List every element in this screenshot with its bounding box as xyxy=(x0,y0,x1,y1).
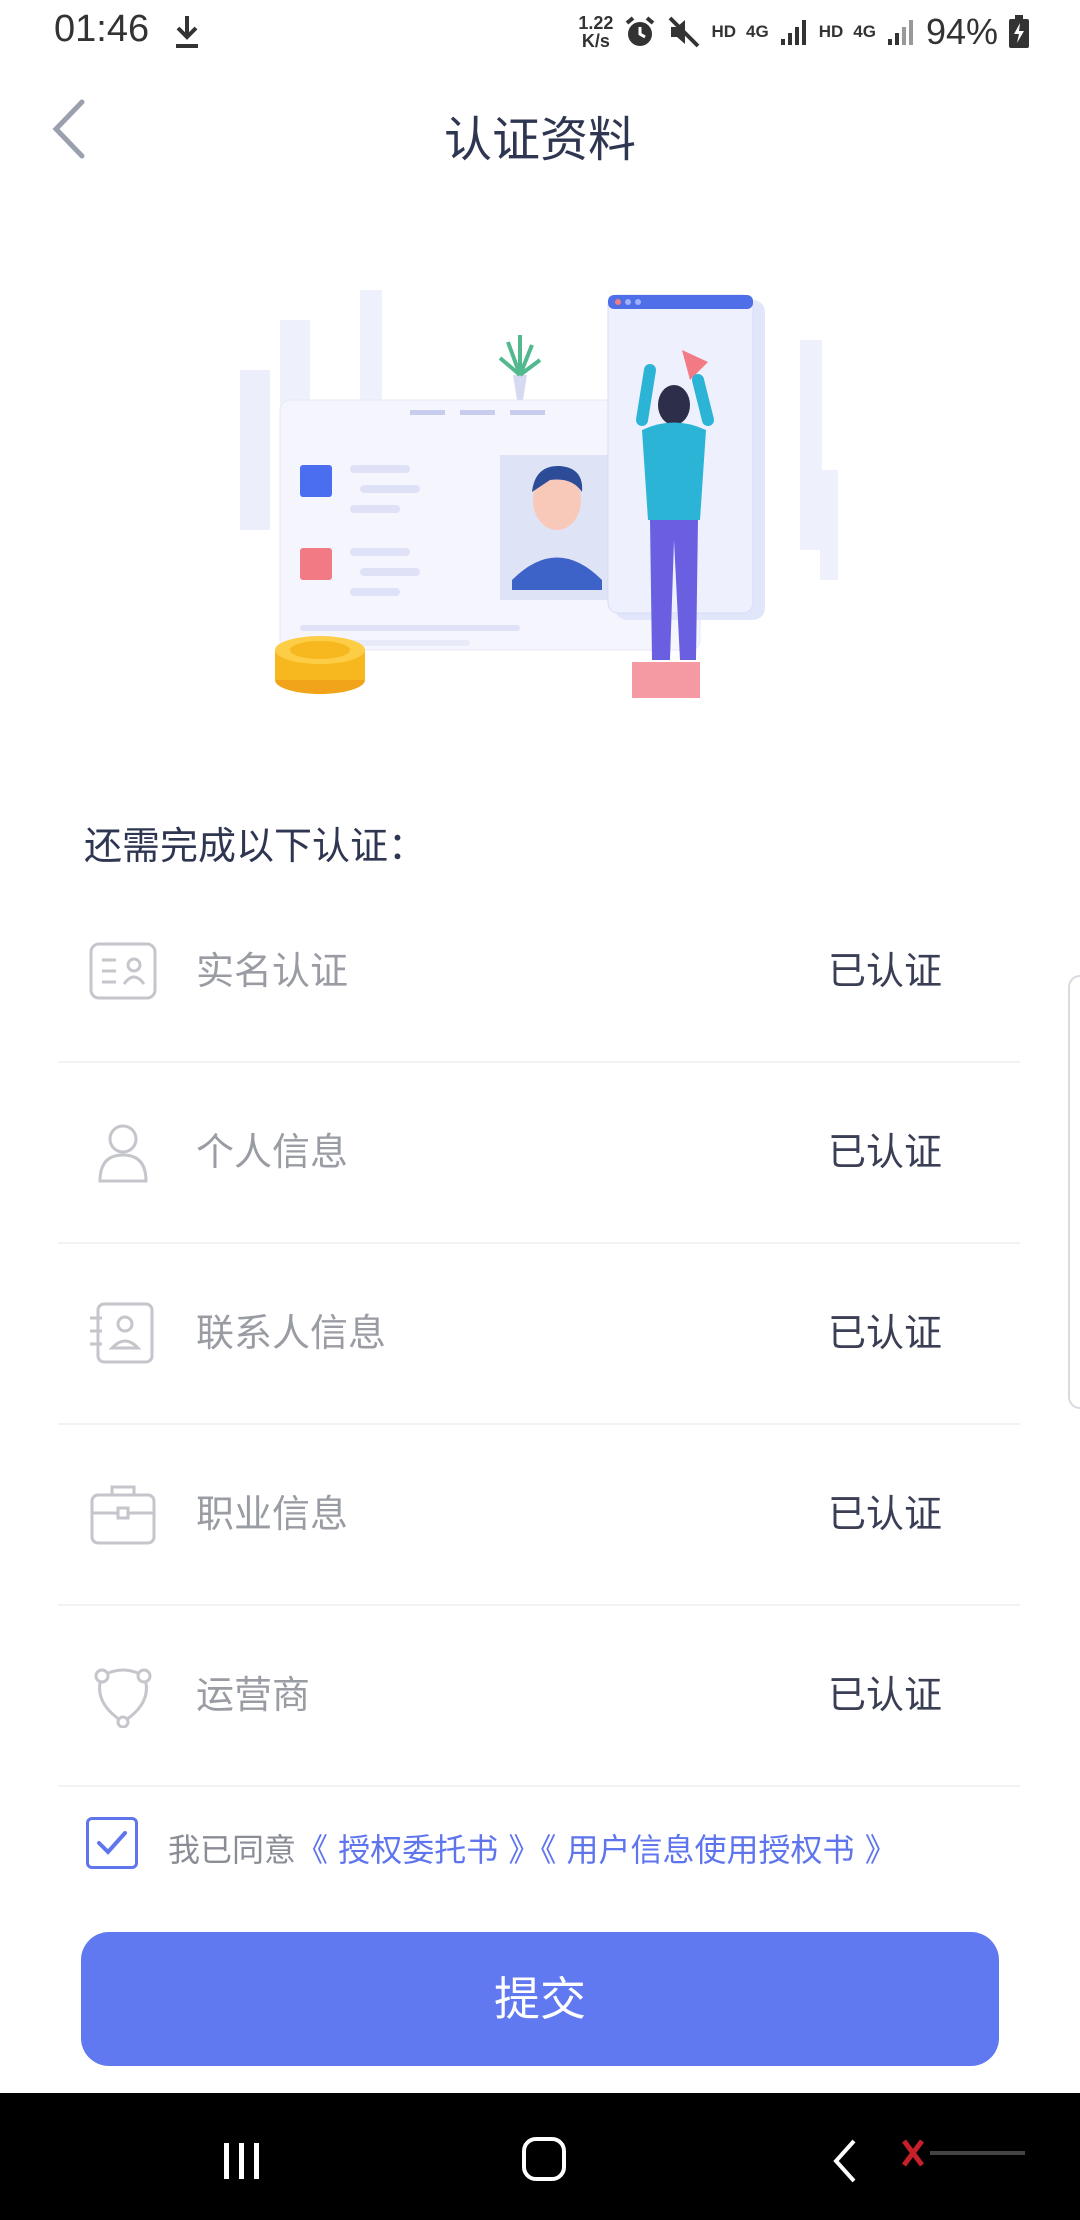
signal-icon-2 xyxy=(887,20,913,45)
cert-label: 运营商 xyxy=(196,1673,311,1717)
net-speed: 1.22 K/s xyxy=(578,13,614,51)
cert-status: 已认证 xyxy=(827,1311,942,1355)
verification-illustration xyxy=(240,290,838,698)
briefcase-icon xyxy=(90,1485,156,1545)
cert-label: 个人信息 xyxy=(196,1130,349,1174)
cert-status: 已认证 xyxy=(827,1130,942,1174)
net-type-2: 4G xyxy=(853,22,876,41)
id-card-icon xyxy=(89,942,157,1000)
cert-status: 已认证 xyxy=(827,1492,942,1536)
authorization-letter-link[interactable]: 《 授权委托书 》 xyxy=(296,1831,540,1869)
cert-item-carrier[interactable]: 运营商 已认证 xyxy=(58,1606,1020,1787)
status-time: 01:46 xyxy=(54,8,150,50)
battery-charging-icon xyxy=(1009,15,1029,48)
alarm-icon xyxy=(626,16,655,46)
agreement-row: 我已同意《 授权委托书 》《 用户信息使用授权书 》 xyxy=(86,1817,1006,1873)
watermark-logo xyxy=(902,2139,1025,2167)
net-type: 4G xyxy=(746,22,769,41)
agreement-text: 我已同意《 授权委托书 》《 用户信息使用授权书 》 xyxy=(168,1825,897,1871)
cert-item-real-name[interactable]: 实名认证 已认证 xyxy=(58,882,1020,1063)
system-nav-bar xyxy=(0,2093,1080,2220)
status-bar: 01:46 1.22 K/s HD 4G HD 4G 94% xyxy=(0,0,1080,64)
header: 认证资料 xyxy=(0,70,1080,190)
home-icon[interactable] xyxy=(522,2137,566,2181)
cert-item-job-info[interactable]: 职业信息 已认证 xyxy=(58,1425,1020,1606)
nav-back-icon[interactable] xyxy=(830,2137,860,2185)
hd-label: HD xyxy=(711,22,736,41)
signal-icon xyxy=(780,20,806,45)
carrier-icon xyxy=(94,1668,152,1728)
cert-item-personal-info[interactable]: 个人信息 已认证 xyxy=(58,1063,1020,1244)
recents-icon[interactable] xyxy=(222,2143,262,2179)
page-title: 认证资料 xyxy=(443,112,636,168)
status-right: 1.22 K/s HD 4G HD 4G 94% xyxy=(578,8,1030,56)
check-icon xyxy=(97,1831,127,1855)
person-icon xyxy=(98,1124,148,1183)
user-info-authorization-link[interactable]: 《 用户信息使用授权书 》 xyxy=(540,1831,896,1869)
cert-list: 实名认证 已认证 个人信息 已认证 联系人信息 已认证 职业信息 已认证 运营商… xyxy=(58,882,1020,1787)
battery-percent: 94% xyxy=(925,11,998,52)
download-icon xyxy=(176,16,198,48)
cert-status: 已认证 xyxy=(827,1673,942,1717)
agreement-checkbox[interactable] xyxy=(86,1817,138,1869)
edge-panel-handle[interactable] xyxy=(1068,975,1080,1409)
cert-label: 职业信息 xyxy=(196,1492,349,1536)
cert-status: 已认证 xyxy=(827,949,942,993)
cert-label: 联系人信息 xyxy=(196,1311,387,1355)
hd-label-2: HD xyxy=(818,22,844,41)
cert-label: 实名认证 xyxy=(196,949,349,993)
section-title: 还需完成以下认证： xyxy=(84,824,427,868)
mute-icon xyxy=(669,16,700,48)
cert-item-contact-info[interactable]: 联系人信息 已认证 xyxy=(58,1244,1020,1425)
submit-button[interactable]: 提交 xyxy=(81,1932,999,2066)
agreement-prefix: 我已同意 xyxy=(168,1831,297,1869)
contact-card-icon xyxy=(90,1302,154,1364)
